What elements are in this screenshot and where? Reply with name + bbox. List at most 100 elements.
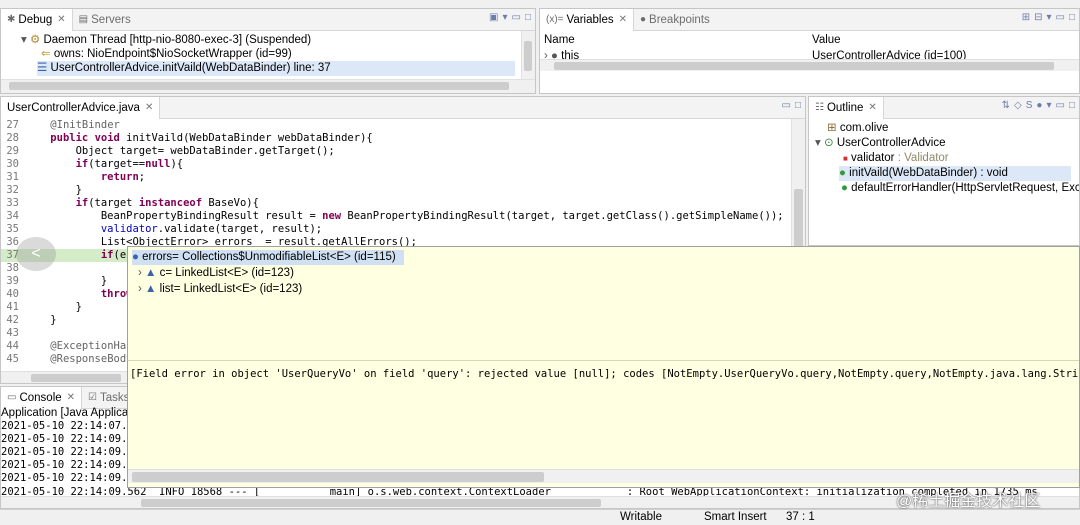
collapse-all-icon[interactable]: ⊟ [1034, 12, 1042, 23]
code-text: @InitBinder [50, 119, 120, 131]
debug-vscroll[interactable] [521, 31, 535, 79]
outline-item-field[interactable]: ■ validator : Validator [843, 151, 1079, 166]
chevron-right-icon: › [138, 267, 142, 279]
local-variable-icon: ● [132, 251, 139, 263]
code-text: @ExceptionHan [50, 340, 133, 352]
chevron-right-icon: › ● [544, 50, 562, 59]
close-icon[interactable]: ✕ [67, 392, 75, 403]
minimize-icon[interactable]: ▭ [782, 100, 791, 111]
code-text: } [25, 314, 57, 326]
line-number: 29 [6, 145, 19, 157]
tab-editor-file[interactable]: UserControllerAdvice.java ✕ [1, 97, 161, 119]
maximize-icon[interactable]: □ [795, 100, 801, 111]
thread-icon: ⚙ [29, 34, 41, 46]
chevron-right-icon: › [138, 283, 142, 295]
popup-hscroll[interactable] [128, 469, 1079, 483]
thread-item[interactable]: ▾ ⚙ Daemon Thread [http-nio-8080-exec-3]… [21, 33, 535, 48]
view-menu-icon[interactable]: ▾ [1046, 100, 1051, 111]
status-cursor-position: 37 : 1 [786, 511, 815, 523]
line-number: 41 [6, 301, 19, 313]
private-field-icon: ■ [843, 154, 848, 163]
tab-debug[interactable]: ✱ Debug ✕ [1, 9, 73, 31]
tab-variables[interactable]: (x)= Variables ✕ [540, 9, 634, 31]
code-line[interactable]: 29 Object target= webDataBinder.getTarge… [1, 145, 791, 158]
stack-frame-item[interactable]: ☰ UserControllerAdvice.initVaild(WebData… [37, 61, 515, 76]
line-number: 44 [6, 340, 19, 352]
code-text: } [25, 275, 108, 287]
minimize-icon[interactable]: ▭ [512, 12, 521, 23]
debug-toolbar: ▣ ▾ ▭ □ [489, 12, 531, 23]
line-number: 38 [6, 262, 19, 274]
close-icon[interactable]: ✕ [619, 14, 627, 25]
code-line[interactable]: 31 return; [1, 171, 791, 184]
tasks-icon: ☑ [88, 392, 98, 403]
maximize-icon[interactable]: □ [1069, 100, 1075, 111]
outline-tabbar: ☷ Outline ✕ ⇅ ◇ S ● ▾ ▭ □ [809, 97, 1079, 119]
hide-fields-icon[interactable]: ◇ [1014, 100, 1022, 111]
owns-item[interactable]: ⇐ owns: NioEndpoint$NioSocketWrapper (id… [41, 47, 535, 62]
code-text: } [25, 184, 82, 196]
editor-tabbar: UserControllerAdvice.java ✕ ▭ □ [1, 97, 805, 119]
popup-item-errors[interactable]: ● errors= Collections$UnmodifiableList<E… [132, 250, 404, 265]
close-icon[interactable]: ✕ [57, 14, 65, 25]
variables-hscroll[interactable] [540, 59, 1079, 71]
hide-nonpublic-icon[interactable]: ● [1036, 100, 1042, 111]
outline-icon: ☷ [815, 102, 824, 113]
collapse-icon[interactable]: ▣ [489, 12, 498, 23]
hide-static-icon[interactable]: S [1026, 100, 1033, 111]
line-number: 35 [6, 223, 19, 235]
code-line[interactable]: 27 @InitBinder [1, 119, 791, 132]
debug-hscroll[interactable] [1, 79, 535, 93]
code-line[interactable]: 32 } [1, 184, 791, 197]
public-method-icon: ● [839, 167, 846, 179]
popup-detail-text[interactable]: [Field error in object 'UserQueryVo' on … [130, 368, 1079, 381]
code-line[interactable]: 28 public void initVaild(WebDataBinder w… [1, 132, 791, 145]
popup-item-list[interactable]: › ▲ list= LinkedList<E> (id=123) [138, 282, 1079, 297]
breakpoints-icon: ● [639, 14, 647, 25]
close-icon[interactable]: ✕ [145, 102, 153, 113]
variables-tabbar: (x)= Variables ✕ ● Breakpoints ⊞ ⊟ ▾ ▭ □ [540, 9, 1079, 31]
code-line[interactable]: 34 BeanPropertyBindingResult result = ne… [1, 210, 791, 223]
minimize-icon[interactable]: ▭ [1056, 12, 1065, 23]
tab-servers[interactable]: ▤ Servers [73, 9, 137, 31]
code-line[interactable]: 35 validator.validate(target, result); [1, 223, 791, 236]
outline-item-package[interactable]: ⊞ com.olive [827, 121, 1079, 136]
outline-view: ☷ Outline ✕ ⇅ ◇ S ● ▾ ▭ □ ⊞ com.olive ▾ ⊙ UserCo… [808, 96, 1080, 246]
outline-item-errorhandler[interactable]: ● defaultErrorHandler(HttpServletRequest… [841, 181, 1079, 196]
maximize-icon[interactable]: □ [525, 12, 531, 23]
maximize-icon[interactable]: □ [1069, 12, 1075, 23]
show-types-icon[interactable]: ⊞ [1022, 12, 1030, 23]
popup-item-c[interactable]: › ▲ c= LinkedList<E> (id=123) [138, 266, 1079, 281]
editor-toolbar: ▭ □ [782, 100, 802, 111]
servers-icon: ▤ [78, 14, 89, 25]
status-insert-mode: Smart Insert [704, 511, 767, 523]
status-bar: Writable Smart Insert 37 : 1 [0, 509, 1080, 525]
variables-view: (x)= Variables ✕ ● Breakpoints ⊞ ⊟ ▾ ▭ □ Name V… [539, 8, 1080, 94]
tab-outline[interactable]: ☷ Outline ✕ [809, 97, 884, 119]
line-number: 42 [6, 314, 19, 326]
final-field-icon: ▲ [145, 267, 157, 279]
code-text: BeanPropertyBindingResult result = new B… [25, 210, 784, 222]
code-text: return; [100, 171, 146, 183]
minimize-icon[interactable]: ▭ [1056, 100, 1065, 111]
line-number: 34 [6, 210, 19, 222]
view-menu-icon[interactable]: ▾ [1046, 12, 1051, 23]
variable-value: UserControllerAdvice (id=100) [812, 50, 967, 59]
line-number: 45 [6, 353, 19, 365]
code-text: @ResponseBody [50, 353, 133, 365]
chevron-down-icon: ▾ [21, 34, 30, 46]
variable-inspect-popup: ● errors= Collections$UnmodifiableList<E… [127, 246, 1080, 488]
close-icon[interactable]: ✕ [868, 102, 876, 113]
line-number: 30 [6, 158, 19, 170]
outline-item-class[interactable]: ▾ ⊙ UserControllerAdvice [815, 136, 1079, 151]
line-number: 33 [6, 197, 19, 209]
outline-item-initvaild[interactable]: ● initVaild(WebDataBinder) : void [839, 166, 1071, 181]
code-text: public void initVaild(WebDataBinder webD… [50, 132, 373, 144]
code-line[interactable]: 30 if(target==null){ [1, 158, 791, 171]
sort-icon[interactable]: ⇅ [1002, 100, 1010, 111]
tab-breakpoints[interactable]: ● Breakpoints [634, 9, 716, 31]
code-line[interactable]: 33 if(target instanceof BaseVo){ [1, 197, 791, 210]
public-method-icon: ● [841, 182, 848, 194]
view-menu-icon[interactable]: ▾ [502, 12, 507, 23]
monitor-icon: ⇐ [41, 48, 51, 60]
